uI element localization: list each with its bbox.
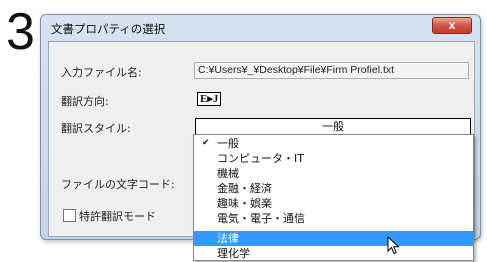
patent-mode-checkbox[interactable]	[63, 209, 76, 222]
patent-mode-label: 特許翻訳モード	[79, 210, 156, 223]
direction-label: 翻訳方向:	[61, 95, 109, 108]
dialog-title: 文書プロパティの選択	[51, 22, 166, 36]
dropdown-item-hobby[interactable]: 趣味・娯楽	[194, 196, 473, 211]
close-icon: x	[448, 18, 456, 32]
dropdown-item-label: 機械	[217, 167, 239, 180]
dropdown-item-law[interactable]: 法律	[194, 231, 473, 246]
dropdown-item-electronics[interactable]: 電気・電子・通信	[194, 211, 473, 226]
dropdown-item-label: 趣味・娯楽	[217, 197, 272, 210]
mouse-pointer-icon	[387, 236, 400, 255]
dropdown-item-label: 一般	[217, 137, 239, 150]
direction-badge: E▸J	[197, 92, 222, 106]
dropdown-item-computer-it[interactable]: コンピュータ・IT	[194, 151, 473, 166]
dropdown-item-general[interactable]: ✔ 一般	[194, 136, 473, 151]
dropdown-item-label: 法律	[217, 232, 239, 245]
checkmark-icon: ✔	[202, 138, 210, 148]
dropdown-item-science[interactable]: 理化学	[194, 246, 473, 261]
dropdown-item-label: 理化学	[217, 247, 250, 260]
close-button[interactable]: x	[432, 17, 472, 34]
dropdown-item-finance[interactable]: 金融・経済	[194, 181, 473, 196]
dropdown-item-label: 電気・電子・通信	[217, 212, 305, 225]
style-label: 翻訳スタイル:	[61, 122, 131, 135]
step-number: 3	[6, 3, 35, 61]
style-dropdown-list: ✔ 一般 コンピュータ・IT 機械 金融・経済 趣味・娯楽 電気・電子・通信 法…	[193, 134, 474, 261]
title-bar[interactable]: 文書プロパティの選択 x	[41, 15, 480, 39]
input-file-label: 入力ファイル名:	[61, 66, 142, 79]
dropdown-item-label: 金融・経済	[217, 182, 272, 195]
dropdown-item-label: コンピュータ・IT	[217, 152, 304, 165]
char-code-label: ファイルの文字コード:	[61, 178, 175, 191]
dropdown-item-machinery[interactable]: 機械	[194, 166, 473, 181]
input-file-field: C:¥Users¥_¥Desktop¥File¥Firm Profiel.txt	[194, 62, 469, 79]
style-select[interactable]: 一般	[195, 118, 471, 135]
